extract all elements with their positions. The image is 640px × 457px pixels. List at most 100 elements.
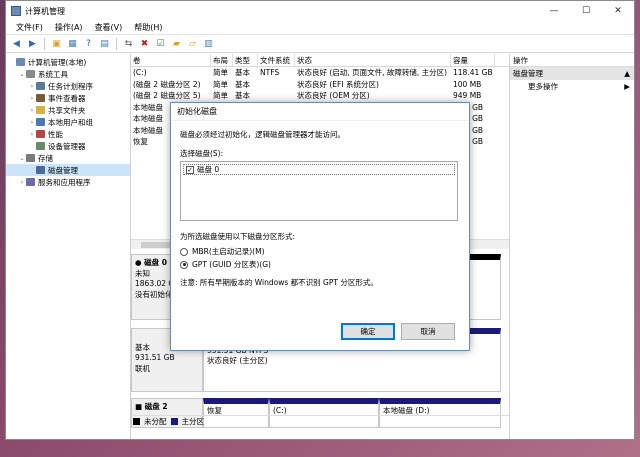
disk-list-item-label: 磁盘 0 (197, 165, 220, 174)
ok-button[interactable]: 确定 (341, 323, 395, 340)
tree-node-icon (26, 178, 35, 186)
disk-2-name: 磁盘 2 (144, 402, 168, 411)
menu-action[interactable]: 操作(A) (49, 22, 89, 33)
folder-open-icon[interactable]: ▰ (170, 37, 183, 50)
view-icon[interactable]: ▥ (202, 37, 215, 50)
collapse-icon[interactable]: ▲ (624, 67, 630, 80)
dialog-body: 磁盘必须经过初始化，逻辑磁盘管理器才能访问。 选择磁盘(S): ✓ 磁盘 0 为… (171, 121, 469, 294)
minimize-button[interactable]: — (538, 1, 570, 21)
disk-list[interactable]: ✓ 磁盘 0 (180, 161, 458, 221)
toolbar: ◀ ▶ ▣ ▦ ? ▤ ⇆ ✖ ☑ ▰ ▱ ▥ (6, 35, 634, 53)
disk-1-type: 基本 (135, 342, 150, 352)
tree-item[interactable]: › 性能 (6, 128, 130, 140)
gpt-label: GPT (GUID 分区表)(G) (192, 260, 271, 269)
tree-node-icon (26, 154, 35, 162)
table-cell: NTFS (260, 68, 280, 77)
help-icon[interactable]: ? (82, 37, 95, 50)
tree-item[interactable]: 设备管理器 (6, 140, 130, 152)
connect-icon[interactable]: ⇆ (122, 37, 135, 50)
tree-item-label: 磁盘管理 (48, 165, 78, 175)
cancel-button[interactable]: 取消 (401, 323, 455, 340)
expand-down-icon[interactable]: ⌄ (18, 155, 26, 162)
gpt-note: 注意: 所有早期版本的 Windows 都不识别 GPT 分区形式。 (180, 278, 378, 287)
table-cell: 基本 (235, 68, 250, 77)
close-button[interactable]: ✕ (602, 1, 634, 21)
unallocated-swatch (133, 418, 140, 425)
disk-1-partition-status: 状态良好 (主分区) (207, 356, 268, 365)
title-bar: 计算机管理 — ☐ ✕ (6, 1, 634, 21)
menu-help[interactable]: 帮助(H) (128, 22, 168, 33)
table-cell: (磁盘 2 磁盘分区 5) (133, 91, 201, 100)
tree-item-label: 系统工具 (38, 69, 68, 79)
properties-icon[interactable]: ▤ (98, 37, 111, 50)
legend-primary: 主分区 (181, 417, 205, 426)
table-row[interactable]: (C:) 简单 基本 NTFS 状态良好 (启动, 页面文件, 故障转储, 主分区) 11… (131, 67, 509, 79)
back-icon[interactable]: ◀ (10, 37, 23, 50)
tree-item[interactable]: › 事件查看器 (6, 92, 130, 104)
legend-unallocated: 未分配 (144, 417, 167, 426)
actions-section-disk-management[interactable]: 磁盘管理 ▲ (510, 67, 634, 80)
folder-up-icon[interactable]: ▣ (50, 37, 63, 50)
tree-item-label: 性能 (48, 129, 63, 139)
disk-0-name: 磁盘 0 (144, 258, 167, 267)
gpt-radio[interactable] (180, 260, 188, 269)
menu-view[interactable]: 查看(V) (89, 22, 129, 33)
table-row[interactable]: (磁盘 2 磁盘分区 2) 简单 基本 状态良好 (EFI 系统分区) 100 MB (131, 79, 509, 91)
expand-right-icon[interactable]: › (28, 95, 36, 102)
mbr-radio[interactable] (180, 247, 188, 256)
tree-item[interactable]: › 任务计划程序 (6, 80, 130, 92)
tree-item[interactable]: › 本地用户和组 (6, 116, 130, 128)
menu-file[interactable]: 文件(F) (10, 22, 49, 33)
col-capacity[interactable]: 容量 (451, 54, 495, 66)
partition-label: (C:) (273, 406, 287, 415)
tree-item[interactable]: ⌄ 系统工具 (6, 68, 130, 80)
disk-list-item[interactable]: ✓ 磁盘 0 (183, 164, 455, 175)
chevron-right-icon: ▶ (624, 82, 630, 91)
more-actions-item[interactable]: 更多操作 ▶ (510, 80, 634, 93)
col-type[interactable]: 类型 (233, 54, 258, 66)
dialog-title: 初始化磁盘 (171, 103, 469, 121)
col-status[interactable]: 状态 (295, 54, 451, 66)
forward-icon[interactable]: ▶ (26, 37, 39, 50)
expand-down-icon[interactable]: ⌄ (18, 71, 26, 78)
disk-0-status: 没有初始化 (135, 289, 173, 299)
expand-right-icon[interactable]: › (28, 107, 36, 114)
tree-item-label: 服务和应用程序 (38, 177, 91, 187)
maximize-button[interactable]: ☐ (570, 1, 602, 21)
expand-right-icon[interactable]: › (28, 83, 36, 90)
tree-item[interactable]: 磁盘管理 (6, 164, 130, 176)
gpt-option[interactable]: GPT (GUID 分区表)(G) (180, 258, 460, 271)
tree-item[interactable]: › 共享文件夹 (6, 104, 130, 116)
new-folder-icon[interactable]: ▱ (186, 37, 199, 50)
dialog-description: 磁盘必须经过初始化，逻辑磁盘管理器才能访问。 (180, 130, 345, 139)
tree-item-label: 事件查看器 (48, 93, 86, 103)
table-row[interactable]: (磁盘 2 磁盘分区 5) 简单 基本 状态良好 (OEM 分区) 949 MB (131, 90, 509, 102)
expand-right-icon[interactable]: › (28, 131, 36, 138)
tree-item-label: 设备管理器 (48, 141, 86, 151)
checklist-icon[interactable]: ☑ (154, 37, 167, 50)
mbr-option[interactable]: MBR(主启动记录)(M) (180, 245, 460, 258)
expand-right-icon[interactable]: › (28, 119, 36, 126)
delete-icon[interactable]: ✖ (138, 37, 151, 50)
legend: 未分配 主分区 (131, 415, 509, 427)
table-cell: 简单 (213, 79, 228, 89)
table-cell: 简单 (213, 68, 228, 77)
table-cell: 100 MB (453, 79, 482, 89)
col-layout[interactable]: 布局 (211, 54, 233, 66)
col-volume[interactable]: 卷 (131, 54, 211, 66)
table-cell: 状态良好 (OEM 分区) (297, 91, 370, 100)
disk-1-status: 联机 (135, 363, 150, 373)
tree-item[interactable]: 计算机管理(本地) (6, 56, 130, 68)
tree-item[interactable]: › 服务和应用程序 (6, 176, 130, 188)
tree-item[interactable]: ⌄ 存储 (6, 152, 130, 164)
primary-swatch (170, 418, 178, 425)
checkbox-checked-icon[interactable]: ✓ (186, 165, 194, 174)
console-tree-icon[interactable]: ▦ (66, 37, 79, 50)
expand-right-icon[interactable]: › (18, 179, 26, 186)
table-cell: 简单 (213, 91, 228, 100)
col-filesystem[interactable]: 文件系统 (258, 54, 295, 66)
mbr-label: MBR(主启动记录)(M) (192, 247, 265, 256)
tree-item-label: 本地用户和组 (48, 117, 93, 127)
actions-pane: 操作 磁盘管理 ▲ 更多操作 ▶ (510, 54, 634, 439)
table-cell (258, 90, 295, 102)
